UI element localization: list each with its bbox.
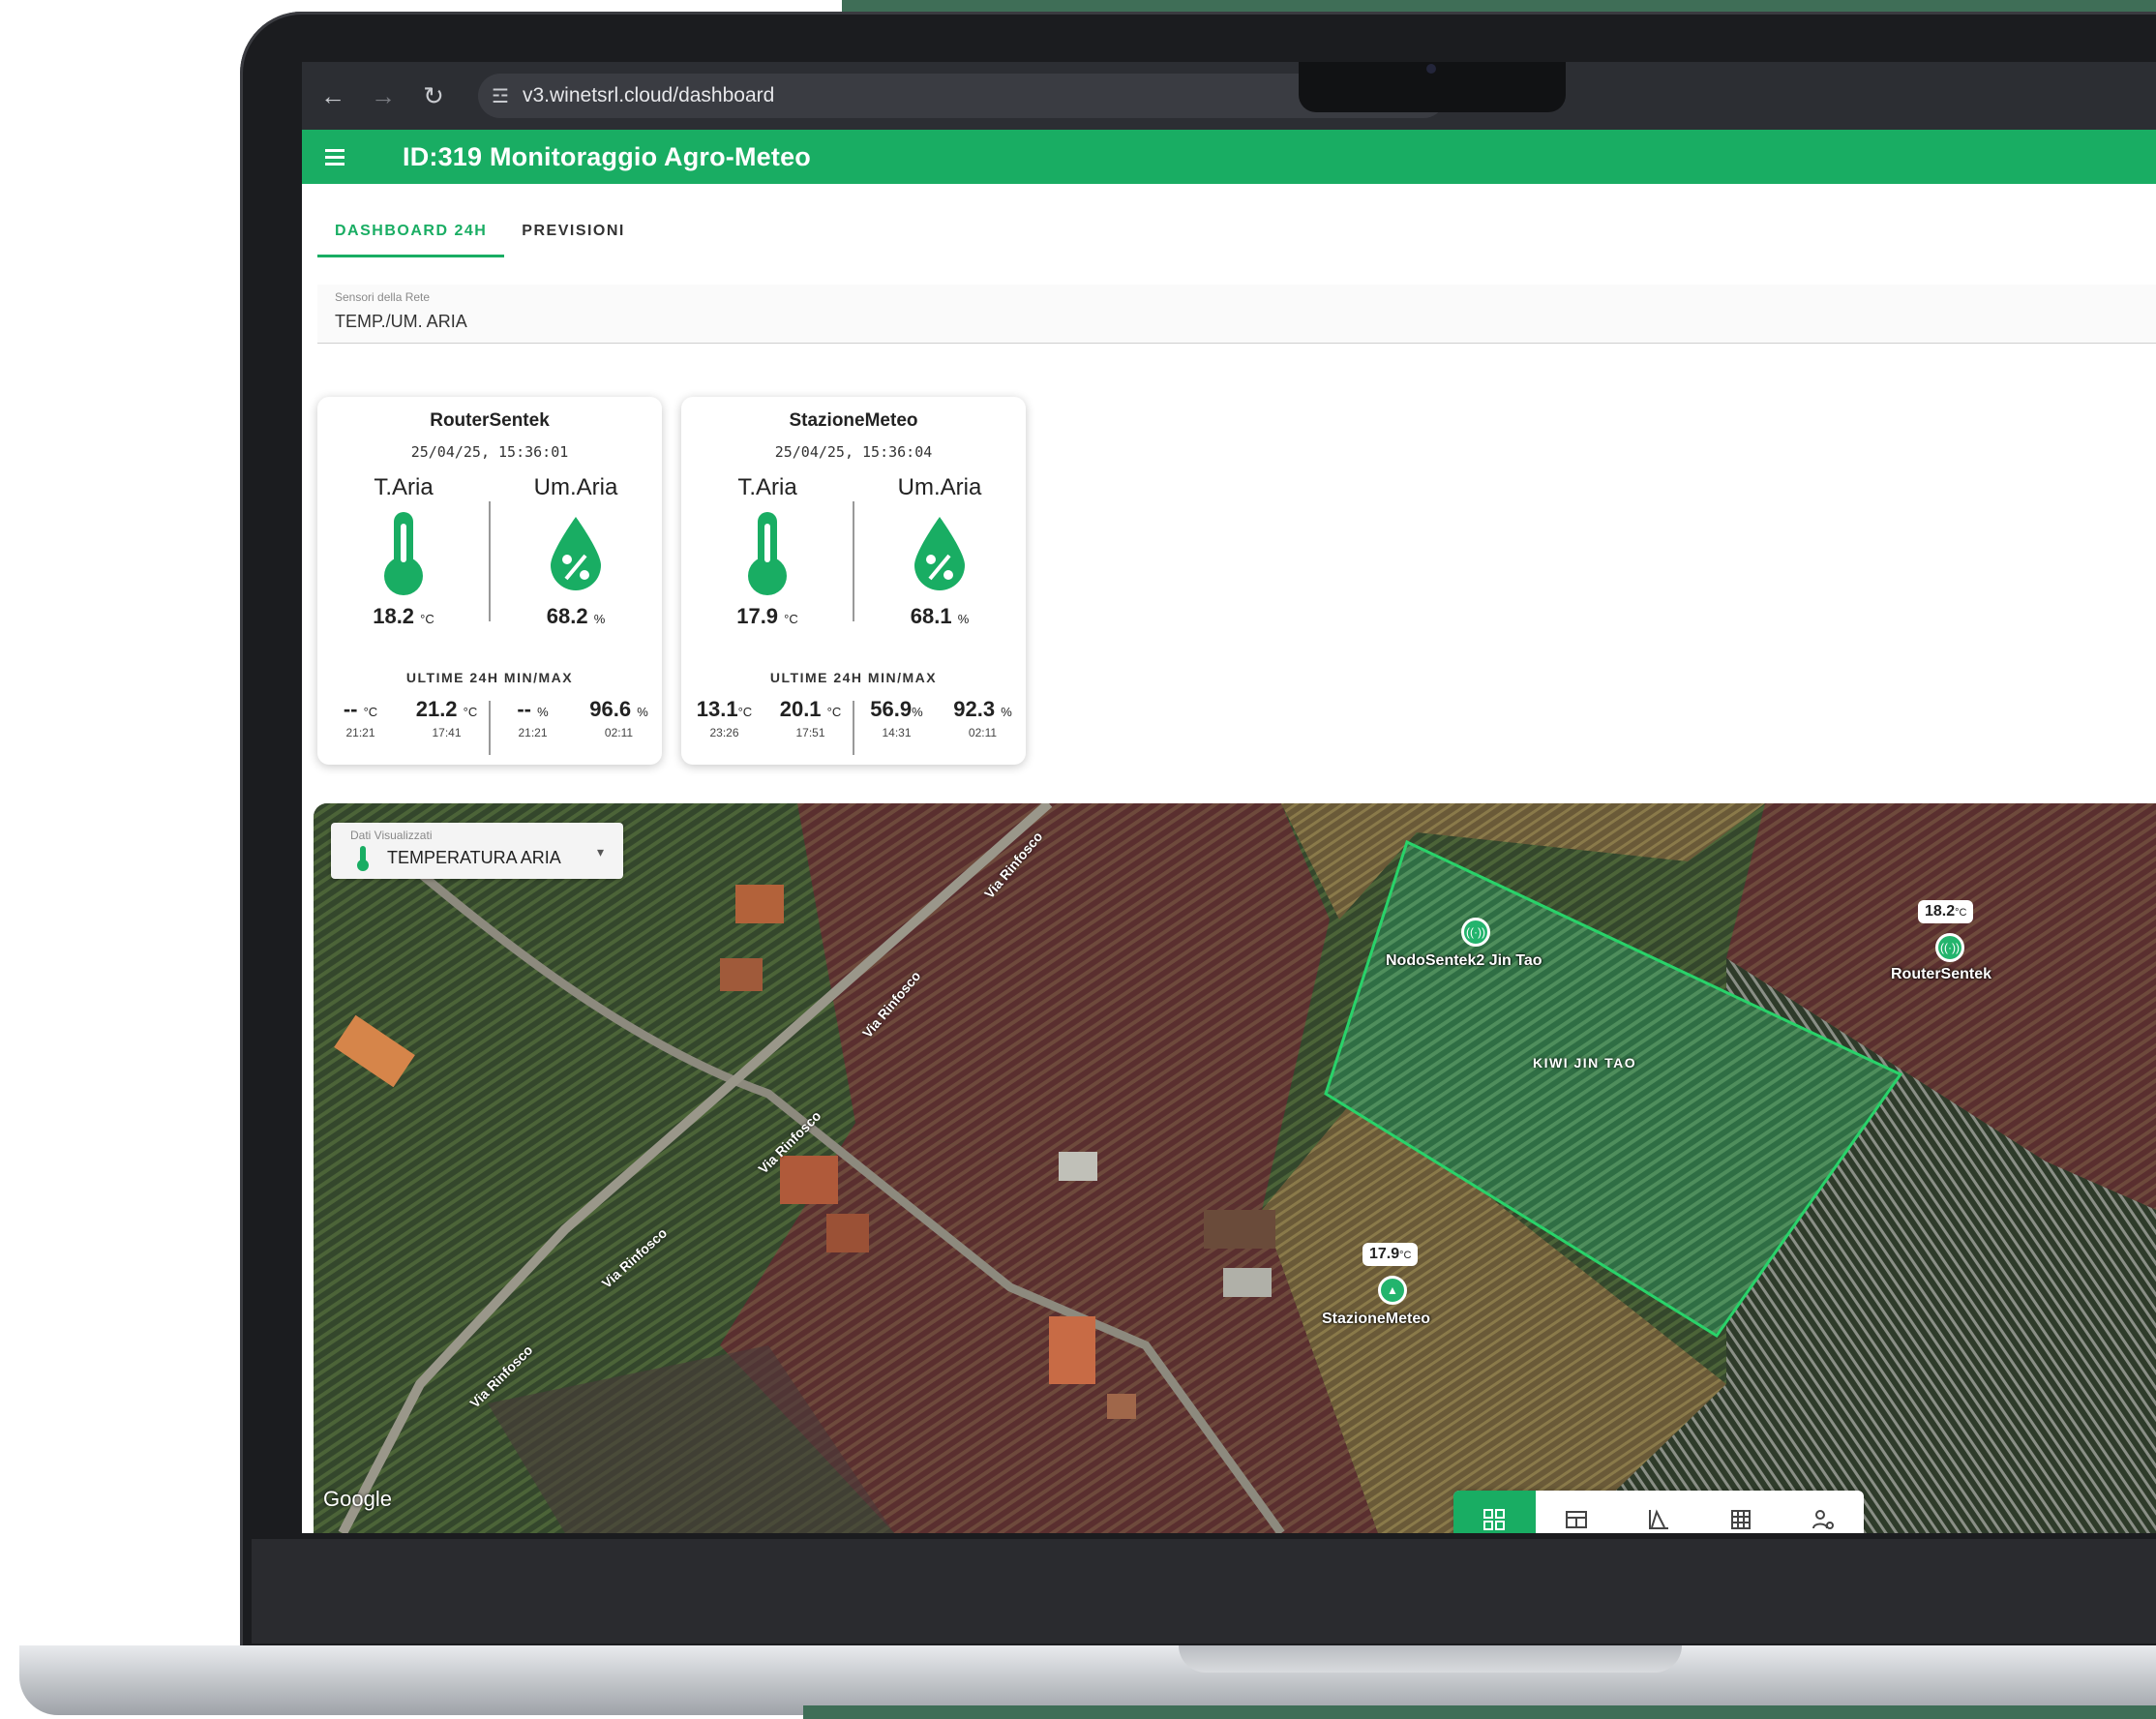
weather-station-marker-icon[interactable]: ▲ [1378, 1276, 1407, 1305]
max-temp-time: 17:51 [795, 726, 825, 739]
forward-icon[interactable]: → [358, 81, 408, 111]
map-imagery [314, 803, 2156, 1533]
temp-value: 17.9 [736, 604, 779, 628]
sensor-select-value: TEMP./UM. ARIA [335, 312, 467, 331]
humidity-unit: % [957, 612, 970, 626]
node-temp-unit: °C [1399, 1250, 1412, 1261]
camera-icon [1426, 64, 1436, 74]
max-temp-time: 17:41 [432, 726, 462, 739]
min-hum-time: 14:31 [882, 726, 912, 739]
menu-icon[interactable] [325, 145, 344, 169]
chevron-down-icon: ▾ [596, 844, 604, 860]
page-title: ID:319 Monitoraggio Agro-Meteo [403, 141, 811, 171]
card-timestamp: 25/04/25, 15:36:01 [410, 443, 569, 461]
max-hum-time: 02:11 [968, 726, 998, 739]
sensor-select[interactable]: Sensori della Rete TEMP./UM. ARIA [317, 285, 2156, 344]
reload-icon[interactable]: ↻ [408, 81, 459, 111]
satellite-map[interactable]: Dati Visualizzati TEMPERATURA ARIA ▾ Via… [314, 803, 2156, 1533]
node-label: StazioneMeteo [1322, 1311, 1431, 1327]
thermometer-icon [681, 507, 853, 600]
url-text: v3.winetsrl.cloud/dashboard [523, 84, 775, 106]
node-label: RouterSentek [1891, 966, 1992, 982]
google-attribution: Google [323, 1487, 392, 1511]
temp-unit: °C [420, 612, 434, 626]
node-temp-value: 17.9 [1369, 1246, 1400, 1262]
data-select-label: Dati Visualizzati [350, 829, 433, 842]
field-label: KIWI JIN TAO [1533, 1055, 1637, 1071]
node-temp-badge: 17.9°C [1362, 1243, 1419, 1266]
min-temp-value: 13.1 [696, 697, 738, 721]
min-temp-unit: °C [363, 705, 378, 719]
temp-label: T.Aria [737, 474, 797, 500]
max-hum-value: 96.6 [589, 697, 632, 721]
background-band-bottom [803, 1705, 2156, 1719]
humidity-label: Um.Aria [897, 474, 982, 500]
chart-icon[interactable] [1618, 1491, 1700, 1533]
table-icon[interactable] [1536, 1491, 1618, 1533]
humidity-value: 68.1 [910, 604, 952, 628]
back-icon[interactable]: ← [308, 81, 358, 111]
data-display-select[interactable]: Dati Visualizzati TEMPERATURA ARIA ▾ [331, 823, 623, 879]
min-temp-unit: °C [737, 705, 753, 719]
laptop-base-notch [1179, 1645, 1682, 1673]
min-temp-time: 23:26 [709, 726, 739, 739]
max-temp-value: 21.2 [415, 697, 458, 721]
sensor-select-label: Sensori della Rete [335, 290, 431, 304]
screen: ← → ↻ ☲ v3.winetsrl.cloud/dashboard ID:3… [302, 62, 2156, 1533]
card-title: StazioneMeteo [789, 410, 918, 431]
site-settings-icon[interactable]: ☲ [478, 84, 523, 108]
humidity-unit: % [593, 612, 606, 626]
router-marker-icon[interactable]: ((·)) [1935, 933, 1964, 962]
max-temp-unit: °C [826, 705, 842, 719]
card-title: RouterSentek [430, 410, 550, 431]
temp-label: T.Aria [374, 474, 434, 500]
tab-bar: DASHBOARD 24H PREVISIONI [317, 203, 643, 257]
minmax-title: ULTIME 24H MIN/MAX [769, 670, 938, 685]
data-select-value: TEMPERATURA ARIA [387, 848, 561, 867]
browser-toolbar: ← → ↻ ☲ v3.winetsrl.cloud/dashboard [302, 62, 2156, 130]
humidity-drop-icon [490, 507, 662, 600]
min-hum-unit: % [912, 705, 923, 719]
min-hum-value: -- [517, 697, 531, 721]
min-temp-time: 21:21 [345, 726, 375, 739]
dashboard-icon[interactable] [1453, 1491, 1536, 1533]
min-hum-value: 56.9 [870, 697, 913, 721]
temp-value: 18.2 [373, 604, 415, 628]
max-hum-unit: % [637, 705, 648, 719]
node-temp-value: 18.2 [1925, 903, 1956, 920]
app-bar: ID:319 Monitoraggio Agro-Meteo [302, 130, 2156, 184]
node-marker-icon[interactable]: ((·)) [1461, 918, 1490, 947]
humidity-value: 68.2 [546, 604, 588, 628]
temp-unit: °C [784, 612, 798, 626]
thermometer-icon [317, 507, 490, 600]
min-hum-unit: % [537, 705, 549, 719]
humidity-drop-icon [853, 507, 1026, 600]
view-switcher [1453, 1491, 1864, 1533]
max-hum-unit: % [1001, 705, 1012, 719]
node-label: NodoSentek2 Jin Tao [1386, 952, 1542, 969]
tab-previsioni[interactable]: PREVISIONI [504, 203, 643, 257]
max-temp-value: 20.1 [779, 697, 822, 721]
max-hum-value: 92.3 [953, 697, 996, 721]
user-settings-icon[interactable] [1782, 1491, 1864, 1533]
minmax-title: ULTIME 24H MIN/MAX [405, 670, 574, 685]
grid-icon[interactable] [1699, 1491, 1782, 1533]
sensor-card-stazionemeteo[interactable]: StazioneMeteo 25/04/25, 15:36:04 T.Aria … [681, 397, 1026, 765]
max-temp-unit: °C [463, 705, 478, 719]
min-hum-time: 21:21 [518, 726, 548, 739]
node-temp-unit: °C [1955, 907, 1967, 919]
node-temp-badge: 18.2°C [1918, 900, 1974, 923]
humidity-label: Um.Aria [533, 474, 618, 500]
laptop-bottom-bezel [252, 1539, 2156, 1644]
min-temp-value: -- [343, 697, 358, 721]
max-hum-time: 02:11 [604, 726, 634, 739]
tab-dashboard-24h[interactable]: DASHBOARD 24H [317, 203, 505, 257]
card-timestamp: 25/04/25, 15:36:04 [774, 443, 933, 461]
sensor-card-routersentek[interactable]: RouterSentek 25/04/25, 15:36:01 T.Aria 1… [317, 397, 662, 765]
